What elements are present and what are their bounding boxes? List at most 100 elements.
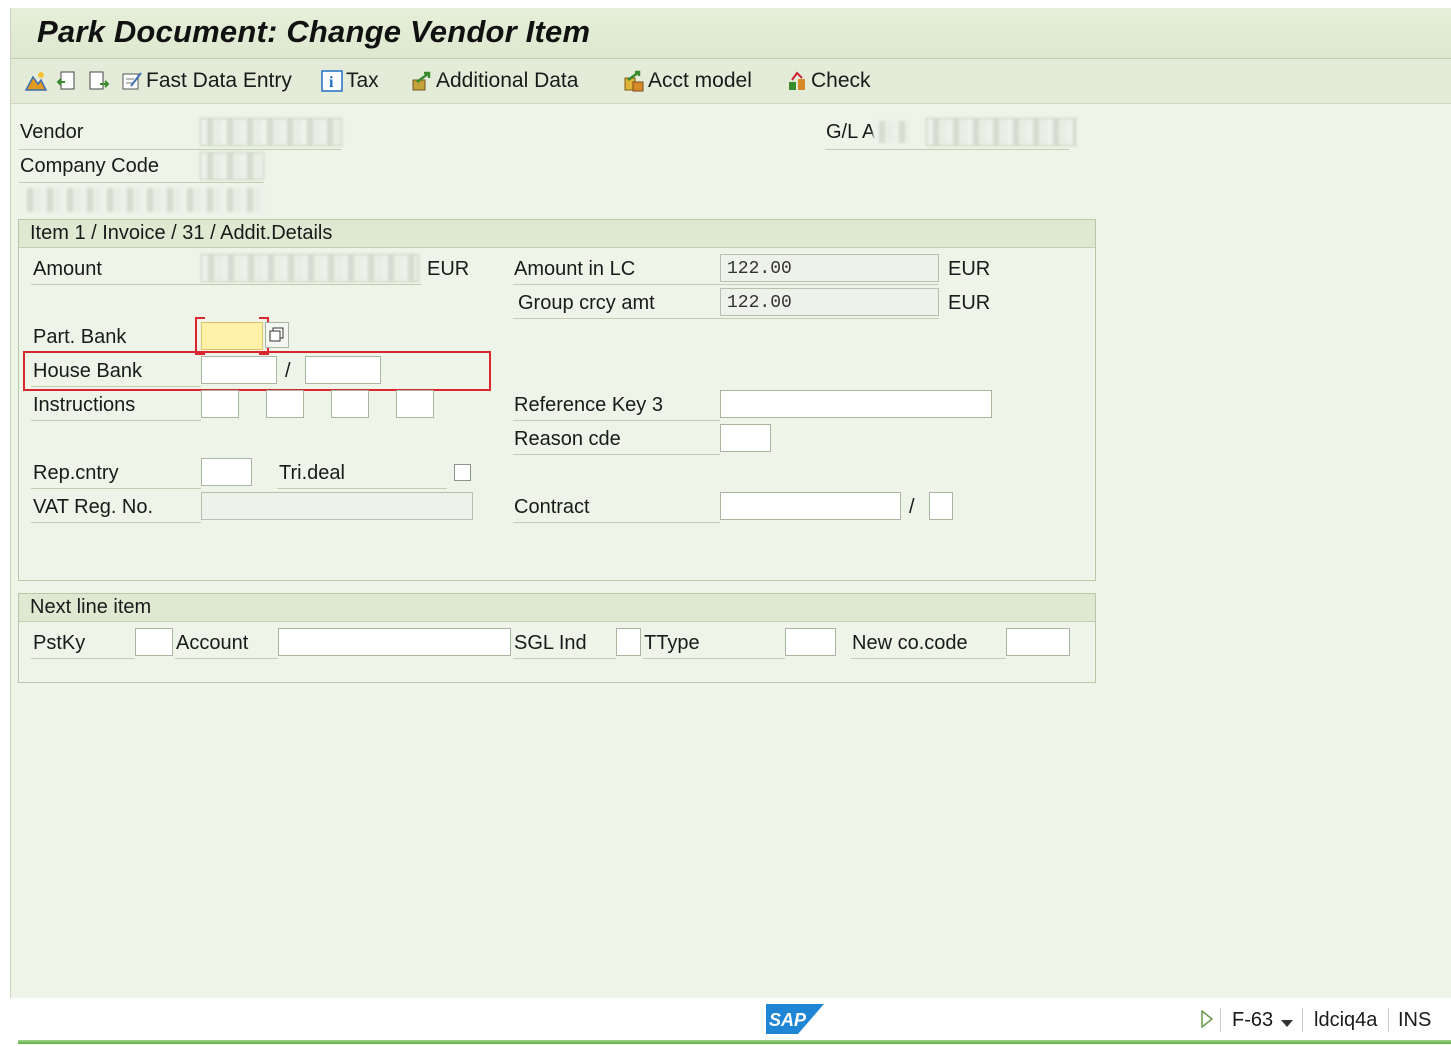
- instruction-field-1[interactable]: [201, 390, 239, 418]
- svg-text:SAP: SAP: [769, 1010, 807, 1030]
- sgl-ind-underline: [513, 658, 616, 659]
- transaction-code: F-63: [1232, 1009, 1274, 1031]
- amount-currency: EUR: [427, 258, 470, 280]
- acct-model-button[interactable]: Acct model: [623, 67, 752, 95]
- new-cocode-label: New co.code: [852, 632, 968, 654]
- next-line-item-header: Next line item: [19, 594, 1095, 622]
- tax-button[interactable]: i Tax: [321, 67, 379, 95]
- group-crcy-label: Group crcy amt: [518, 292, 655, 314]
- pstky-label: PstKy: [33, 632, 86, 654]
- sap-logo: SAP: [766, 1004, 824, 1039]
- status-divider-2: [1302, 1008, 1303, 1032]
- fast-data-entry-button[interactable]: Fast Data Entry: [121, 67, 292, 95]
- info-icon: i: [321, 70, 343, 92]
- svg-text:i: i: [329, 74, 334, 91]
- gl-account-field-redacted[interactable]: [926, 118, 1076, 146]
- ttype-underline: [643, 658, 785, 659]
- part-bank-label: Part. Bank: [33, 326, 127, 348]
- page-title: Park Document: Change Vendor Item: [37, 14, 591, 49]
- company-name-redacted: [21, 188, 267, 212]
- reference-key3-underline: [513, 420, 720, 421]
- reason-code-label: Reason cde: [514, 428, 621, 450]
- contract-separator: /: [909, 496, 915, 518]
- document-forward-icon: [88, 70, 110, 92]
- progress-stripe: [18, 1040, 1451, 1044]
- next-line-item-group: Next line item PstKy Account SGL Ind TTy…: [18, 593, 1096, 683]
- amount-lc-label: Amount in LC: [514, 258, 636, 280]
- status-bar: SAP F-63 ldciq4a INS: [0, 998, 1451, 1046]
- amount-lc-currency: EUR: [948, 258, 991, 280]
- value-help-icon: [269, 327, 284, 342]
- amount-lc-field[interactable]: 122.00: [720, 254, 939, 282]
- amount-field-redacted[interactable]: [201, 254, 419, 282]
- model-import-icon: [623, 70, 645, 92]
- application-toolbar: Fast Data Entry i Tax Additional Data Ac…: [11, 59, 1451, 104]
- ttype-field[interactable]: [785, 628, 836, 656]
- vat-reg-underline: [31, 522, 201, 523]
- ttype-label: TType: [644, 632, 700, 654]
- status-divider-1: [1220, 1008, 1221, 1032]
- item-details-group: Item 1 / Invoice / 31 / Addit.Details Am…: [18, 219, 1096, 581]
- reference-key3-field[interactable]: [720, 390, 992, 418]
- company-code-underline: [19, 182, 264, 183]
- title-bar: Park Document: Change Vendor Item: [11, 8, 1451, 59]
- rep-cntry-field[interactable]: [201, 458, 252, 486]
- insert-mode: INS: [1398, 1009, 1432, 1031]
- instructions-underline: [31, 420, 201, 421]
- tri-deal-underline: [277, 488, 447, 489]
- instruction-field-3[interactable]: [331, 390, 369, 418]
- instruction-field-4[interactable]: [396, 390, 434, 418]
- reason-code-field[interactable]: [720, 424, 771, 452]
- contract-label: Contract: [514, 496, 590, 518]
- group-crcy-currency: EUR: [948, 292, 991, 314]
- instruction-field-2[interactable]: [266, 390, 304, 418]
- item-details-header: Item 1 / Invoice / 31 / Addit.Details: [19, 220, 1095, 248]
- contract-type-field[interactable]: [929, 492, 953, 520]
- dropdown-triangle-icon[interactable]: [1281, 1015, 1293, 1033]
- amount-lc-underline: [513, 284, 939, 285]
- new-cocode-field[interactable]: [1006, 628, 1070, 656]
- vat-reg-field[interactable]: [201, 492, 473, 520]
- gl-label-redacted: [873, 121, 909, 143]
- play-status-icon[interactable]: [1200, 1009, 1214, 1033]
- status-divider-3: [1388, 1008, 1389, 1032]
- additional-data-button[interactable]: Additional Data: [411, 67, 578, 95]
- next-document-button[interactable]: [88, 67, 113, 95]
- tri-deal-checkbox[interactable]: [454, 464, 471, 481]
- gl-account-label: G/L A: [826, 121, 876, 143]
- edit-document-icon: [121, 70, 143, 92]
- vat-reg-label: VAT Reg. No.: [33, 496, 154, 518]
- account-label: Account: [176, 632, 249, 654]
- pstky-field[interactable]: [135, 628, 173, 656]
- additional-data-label: Additional Data: [436, 69, 579, 92]
- account-underline: [175, 658, 278, 659]
- sgl-ind-field[interactable]: [616, 628, 641, 656]
- mountain-icon-button[interactable]: [24, 67, 50, 95]
- company-code-label: Company Code: [20, 155, 159, 177]
- reason-code-underline: [513, 454, 720, 455]
- check-button[interactable]: Check: [786, 67, 871, 95]
- part-bank-focus-corners: [195, 317, 269, 355]
- vendor-underline: [19, 149, 341, 150]
- server-name: ldciq4a: [1314, 1009, 1378, 1031]
- previous-document-button[interactable]: [55, 67, 80, 95]
- vendor-field-redacted[interactable]: [200, 118, 342, 146]
- group-crcy-underline: [513, 318, 939, 319]
- pstky-underline: [31, 658, 135, 659]
- sap-window: Park Document: Change Vendor Item Fast D…: [10, 8, 1451, 998]
- rep-cntry-underline: [31, 488, 201, 489]
- account-field[interactable]: [278, 628, 511, 656]
- tri-deal-label: Tri.deal: [279, 462, 345, 484]
- group-crcy-field[interactable]: 122.00: [720, 288, 939, 316]
- tax-label: Tax: [346, 69, 379, 92]
- new-cocode-underline: [851, 658, 1006, 659]
- sgl-ind-label: SGL Ind: [514, 632, 587, 654]
- mountain-icon: [24, 70, 48, 92]
- vendor-label: Vendor: [20, 121, 84, 143]
- rep-cntry-label: Rep.cntry: [33, 462, 119, 484]
- contract-field[interactable]: [720, 492, 901, 520]
- value-help-button[interactable]: [265, 322, 289, 348]
- company-code-field-redacted[interactable]: [200, 152, 264, 180]
- instructions-label: Instructions: [33, 394, 136, 416]
- gl-underline: [825, 149, 1069, 150]
